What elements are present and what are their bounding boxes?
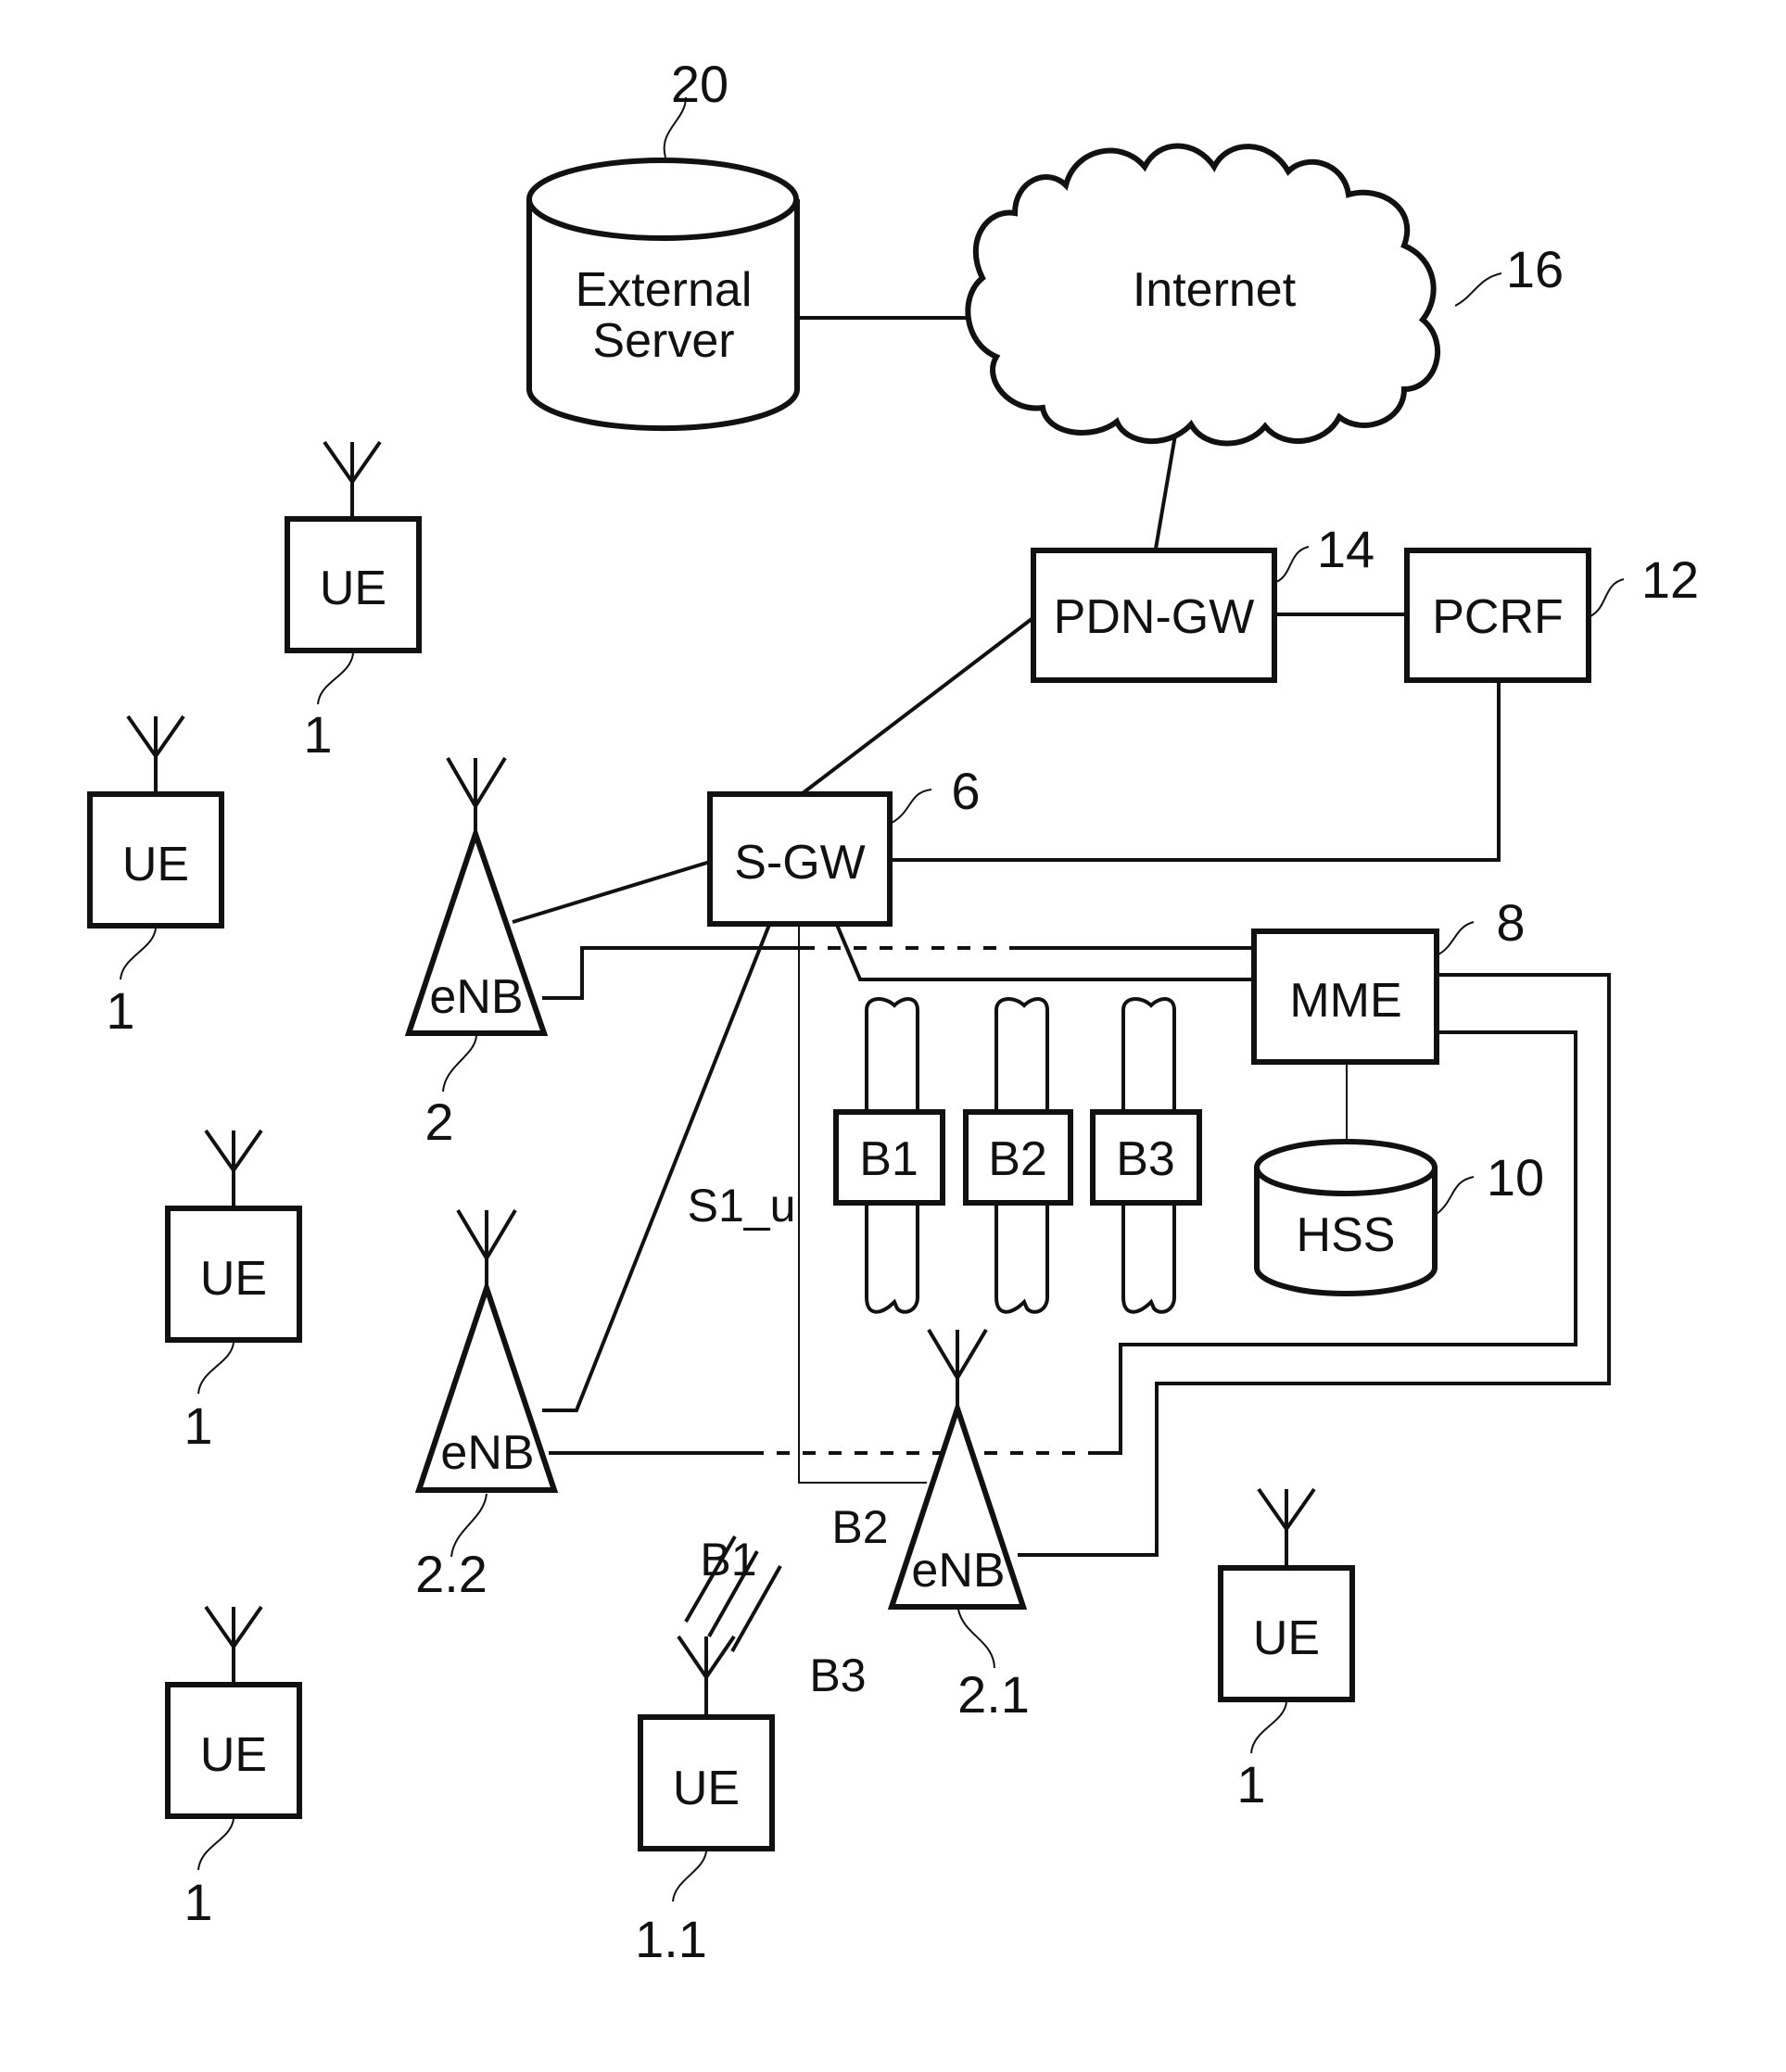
hss-node[interactable]: HSS 10	[1254, 1139, 1544, 1296]
mme-label: MME	[1289, 974, 1401, 1028]
ref-leader	[957, 1609, 995, 1669]
link-enb2-mme-a	[542, 946, 802, 1000]
antenna-icon	[446, 756, 507, 834]
ref-leader	[197, 1818, 234, 1871]
s-gw-node[interactable]: S-GW 6	[707, 762, 981, 927]
mme-node[interactable]: MME 8	[1251, 893, 1526, 1065]
internet-label: Internet	[1133, 263, 1297, 317]
network-diagram: External Server 20 Internet 16 PDN-GW 14…	[87, 55, 1699, 1968]
antenna-icon	[204, 1129, 263, 1208]
ref-16: 16	[1506, 240, 1564, 298]
ue-device[interactable]: UE 1	[1218, 1487, 1355, 1813]
ue-label: UE	[200, 1728, 267, 1782]
link-pdngw-sgw	[801, 614, 1037, 795]
antenna-icon	[677, 1635, 736, 1717]
ref-2: 2	[424, 1093, 453, 1151]
ue-label: UE	[1253, 1611, 1320, 1665]
ref-leader-16	[1454, 272, 1502, 307]
enb-label: eNB	[429, 970, 523, 1024]
ref-20: 20	[671, 55, 728, 113]
enb-2-1[interactable]: eNB 2.1	[887, 1328, 1030, 1724]
bearer-label: B1	[859, 1132, 918, 1186]
ref-12: 12	[1641, 550, 1699, 609]
ref-leader	[197, 1342, 234, 1395]
ue-label: UE	[200, 1252, 267, 1306]
ref-2-1: 2.1	[957, 1665, 1030, 1724]
ue-device[interactable]: UE 1	[285, 440, 422, 764]
enb-label: eNB	[440, 1426, 534, 1480]
ue-ref: 1	[106, 981, 134, 1040]
bearer-label: B2	[988, 1132, 1047, 1186]
ue-label: UE	[122, 838, 189, 891]
connections	[512, 316, 1611, 1557]
s1-u-interface-label: S1_u	[688, 1180, 796, 1232]
ue-ref: 1	[184, 1396, 212, 1455]
ref-leader	[120, 928, 157, 980]
ref-leader	[672, 1851, 707, 1902]
ref-leader	[442, 1035, 477, 1093]
antenna-icon	[204, 1605, 263, 1685]
s-gw-label: S-GW	[734, 836, 866, 890]
bearer-b1[interactable]: B1	[833, 997, 945, 1314]
hss-label: HSS	[1297, 1208, 1396, 1262]
radio-bearers: B1 B2 B3	[684, 1501, 889, 1701]
antenna-icon	[323, 440, 382, 519]
ue-device[interactable]: UE 1	[87, 714, 224, 1040]
ue-ref: 1.1	[635, 1910, 707, 1968]
radio-bearer-label-b3: B3	[809, 1649, 866, 1701]
ue-device[interactable]: UE 1	[165, 1129, 302, 1455]
radio-bearer-label-b1: B1	[700, 1534, 756, 1586]
ref-10: 10	[1487, 1148, 1544, 1207]
ue-ref: 1	[184, 1873, 212, 1931]
external-server-label-2: Server	[592, 314, 734, 368]
ue-device-1-1[interactable]: UE 1.1	[635, 1635, 775, 1968]
ref-8: 8	[1496, 893, 1525, 952]
pcrf-label: PCRF	[1432, 590, 1564, 644]
ref-6: 6	[951, 762, 980, 820]
ue-label: UE	[673, 1762, 740, 1815]
ref-leader	[317, 652, 354, 705]
internet-cloud[interactable]: Internet 16	[965, 143, 1564, 447]
ue-device[interactable]: UE 1	[165, 1605, 302, 1931]
ue-ref: 1	[1236, 1755, 1265, 1813]
radio-bearer-label-b2: B2	[831, 1501, 888, 1553]
pdn-gw-node[interactable]: PDN-GW 14	[1031, 520, 1374, 683]
link-sgw-mme	[835, 924, 1254, 981]
bearer-b2[interactable]: B2	[963, 997, 1073, 1314]
ref-leader-8	[1438, 921, 1475, 955]
ref-leader-10	[1436, 1176, 1475, 1215]
external-server-label-1: External	[576, 263, 753, 317]
link-enb2-sgw	[512, 860, 711, 924]
bearer-label: B3	[1116, 1132, 1175, 1186]
ref-leader-6	[891, 789, 932, 824]
antenna-icon	[1257, 1487, 1316, 1568]
enb-2-2[interactable]: eNB 2.2	[414, 1208, 559, 1603]
ref-leader-14	[1275, 546, 1310, 583]
ue-ref: 1	[303, 705, 332, 764]
ref-14: 14	[1317, 520, 1374, 578]
bearer-b3[interactable]: B3	[1090, 997, 1202, 1314]
hss-cylinder-top	[1254, 1139, 1438, 1196]
enb-2[interactable]: eNB 2	[404, 756, 549, 1151]
pcrf-node[interactable]: PCRF 12	[1404, 548, 1699, 683]
ref-leader-12	[1590, 578, 1625, 617]
antenna-icon	[456, 1208, 517, 1288]
ref-leader	[1250, 1701, 1287, 1754]
enb-label: eNB	[911, 1544, 1005, 1598]
server-cylinder-top	[526, 158, 799, 241]
link-pcrf-sgw	[892, 681, 1501, 862]
external-server[interactable]: External Server 20	[526, 55, 800, 432]
antenna-icon	[126, 714, 185, 794]
antenna-icon	[927, 1328, 988, 1409]
ue-label: UE	[320, 562, 386, 615]
pdn-gw-label: PDN-GW	[1054, 590, 1255, 644]
ref-2-2: 2.2	[415, 1545, 488, 1603]
